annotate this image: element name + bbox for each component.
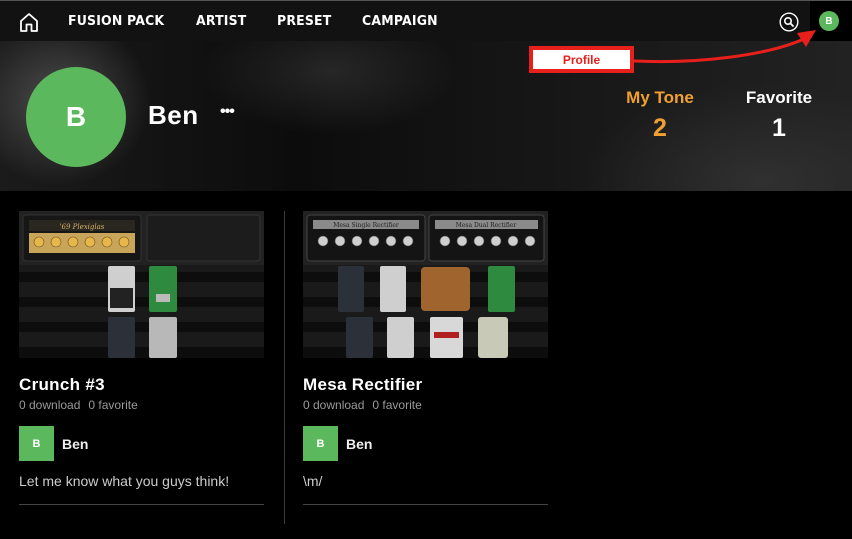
card-divider: [284, 211, 285, 524]
tone-author: B Ben: [19, 426, 264, 461]
stat-label: Favorite: [745, 88, 813, 107]
stat-my-tone[interactable]: My Tone 2: [616, 88, 704, 143]
author-avatar[interactable]: B: [19, 426, 54, 461]
tone-comment: Let me know what you guys think!: [19, 473, 230, 489]
tone-title[interactable]: Mesa Rectifier: [303, 375, 548, 395]
favorite-count: 0 favorite: [88, 398, 138, 412]
tone-comment: \m/: [303, 473, 323, 489]
tone-card: '69 Plexiglas Crunch #3 0 download 0 favo…: [19, 211, 264, 505]
stat-value: 2: [653, 114, 667, 142]
profile-header: B Ben ••• My Tone 2 Favorite 1: [0, 41, 852, 191]
nav-campaign[interactable]: CAMPAIGN: [362, 14, 438, 29]
top-nav: FUSION PACK ARTIST PRESET CAMPAIGN B: [0, 0, 852, 42]
download-count: 0 download: [303, 398, 365, 412]
amp-label: Mesa Dual Rectifier: [456, 222, 517, 229]
tone-card: Mesa Single Rectifier Mesa Dual Rectifie…: [303, 211, 548, 505]
more-options-button[interactable]: •••: [220, 103, 235, 121]
tone-author: B Ben: [303, 426, 548, 461]
profile-name: Ben: [148, 100, 199, 130]
favorite-count: 0 favorite: [372, 398, 422, 412]
card-separator: [19, 504, 264, 505]
card-separator: [303, 504, 548, 505]
download-count: 0 download: [19, 398, 81, 412]
stat-value: 1: [772, 114, 786, 142]
home-icon[interactable]: [18, 11, 40, 33]
nav-preset[interactable]: PRESET: [277, 14, 331, 29]
tone-stats: 0 download 0 favorite: [19, 398, 264, 412]
author-name[interactable]: Ben: [62, 436, 88, 452]
tone-title[interactable]: Crunch #3: [19, 375, 264, 395]
profile-avatar: B: [26, 67, 126, 167]
author-name[interactable]: Ben: [346, 436, 372, 452]
tone-thumbnail[interactable]: Mesa Single Rectifier Mesa Dual Rectifie…: [303, 211, 548, 358]
stat-favorite[interactable]: Favorite 1: [737, 88, 821, 143]
search-icon[interactable]: [779, 12, 799, 32]
nav-artist[interactable]: ARTIST: [196, 14, 247, 29]
nav-avatar[interactable]: B: [819, 11, 839, 31]
profile-button[interactable]: B: [810, 1, 852, 42]
nav-links: FUSION PACK ARTIST PRESET CAMPAIGN: [68, 1, 469, 42]
tone-stats: 0 download 0 favorite: [303, 398, 548, 412]
nav-fusion-pack[interactable]: FUSION PACK: [68, 14, 164, 29]
stat-label: My Tone: [626, 88, 694, 107]
tone-thumbnail[interactable]: '69 Plexiglas: [19, 211, 264, 358]
annotation-label: Profile: [529, 46, 634, 73]
author-avatar[interactable]: B: [303, 426, 338, 461]
amp-label: Mesa Single Rectifier: [333, 222, 399, 229]
amp-label: '69 Plexiglas: [60, 223, 105, 231]
